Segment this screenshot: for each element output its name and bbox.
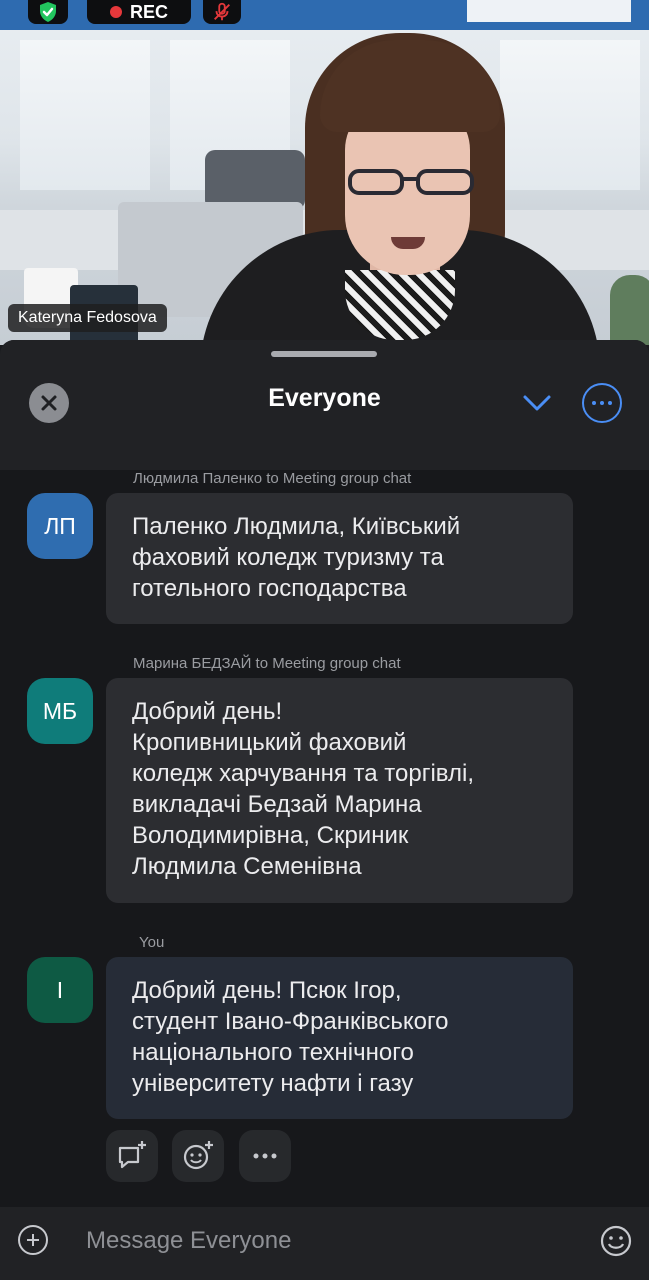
message-line: викладачі Бедзай Марина <box>132 791 422 818</box>
reply-button[interactable] <box>106 1130 158 1182</box>
chair <box>205 150 305 210</box>
shield-check-icon <box>40 2 56 22</box>
ellipsis-icon <box>253 1153 277 1159</box>
message-line: Кропивницький фаховий <box>132 729 407 756</box>
chevron-down-icon <box>523 395 551 411</box>
add-reaction-button[interactable] <box>172 1130 224 1182</box>
avatar[interactable]: I <box>27 957 93 1023</box>
background-window <box>500 40 640 190</box>
message-line: Добрий день! Псюк Ігор, <box>132 977 402 1004</box>
message-more-button[interactable] <box>239 1130 291 1182</box>
message-line: Паленко Людмила, Київський <box>132 513 461 540</box>
avatar[interactable]: ЛП <box>27 493 93 559</box>
drag-handle[interactable] <box>271 351 377 357</box>
plus-icon <box>27 1234 39 1246</box>
message-composer <box>0 1207 649 1280</box>
message-meta: Марина БЕДЗАЙ to Meeting group chat <box>133 655 401 672</box>
speaker-glasses <box>348 169 474 195</box>
message-line: національного технічного <box>132 1039 414 1066</box>
participant-name-badge: Kateryna Fedosova <box>8 304 167 332</box>
plant <box>610 275 649 345</box>
video-feed[interactable]: REC Kateryna Fedosova <box>0 0 649 345</box>
mic-off-icon <box>214 2 230 21</box>
reply-bubble-plus-icon <box>118 1141 146 1169</box>
recipient-dropdown-button[interactable] <box>520 388 554 418</box>
message-line: коледж харчування та торгівлі, <box>132 760 474 787</box>
banner-logo <box>467 0 631 22</box>
message-input[interactable] <box>72 1219 600 1263</box>
message-line: фаховий коледж туризму та <box>132 544 444 571</box>
mic-muted-indicator[interactable] <box>203 0 241 24</box>
record-dot-icon <box>109 6 122 18</box>
recording-label: REC <box>129 1 168 22</box>
chat-header: Everyone <box>0 340 649 470</box>
message-bubble[interactable]: Добрий день! Псюк Ігор, студент Івано-Фр… <box>106 957 573 1119</box>
emoji-icon[interactable] <box>599 1224 633 1258</box>
message-line: Людмила Семенівна <box>132 853 362 880</box>
more-options-button[interactable] <box>582 383 622 423</box>
message-meta: You <box>139 934 165 951</box>
avatar[interactable]: МБ <box>27 678 93 744</box>
emoji-plus-icon <box>183 1141 213 1170</box>
background-window <box>20 40 150 190</box>
more-dot-icon <box>608 401 612 405</box>
message-line: готельного господарства <box>132 575 407 602</box>
message-line: студент Івано-Франківського <box>132 1008 449 1035</box>
message-line: Володимирівна, Скриник <box>132 822 409 849</box>
message-line: університету нафти і газу <box>132 1070 414 1097</box>
recording-indicator[interactable]: REC <box>87 0 191 24</box>
message-line: Добрий день! <box>132 698 283 725</box>
more-dot-icon <box>600 401 604 405</box>
attach-button[interactable] <box>18 1225 48 1255</box>
more-dot-icon <box>592 401 596 405</box>
security-status[interactable] <box>28 0 68 24</box>
message-meta: Людмила Паленко to Meeting group chat <box>133 470 412 487</box>
message-bubble[interactable]: Добрий день! Кропивницький фаховий колед… <box>106 678 573 903</box>
message-bubble[interactable]: Паленко Людмила, Київський фаховий колед… <box>106 493 573 624</box>
